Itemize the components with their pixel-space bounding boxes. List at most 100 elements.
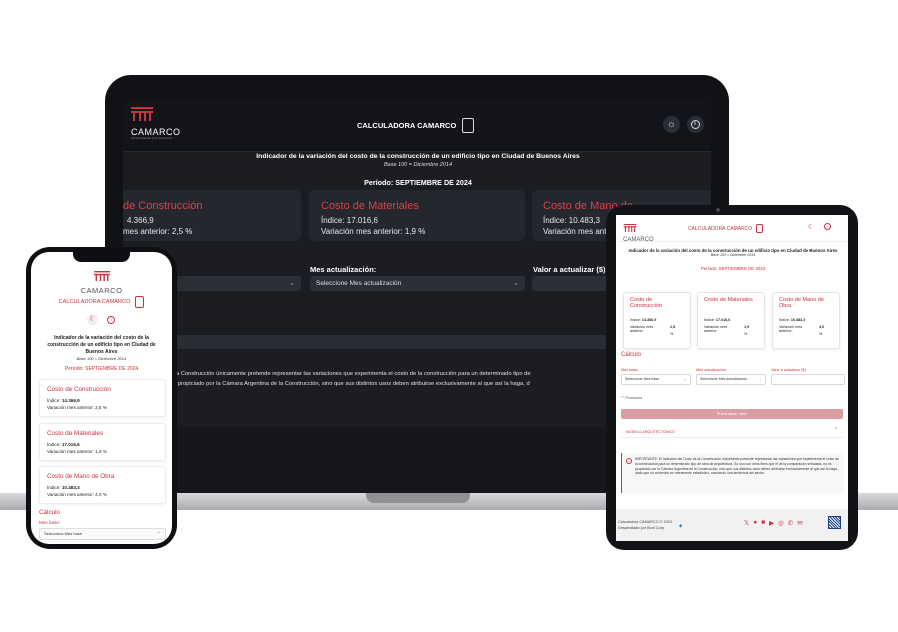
- intro-heading: Indicador de la variación del costo de l…: [256, 153, 580, 160]
- card-title: Costo de Materiales: [321, 200, 419, 212]
- card-indice-text: Índice:: [47, 485, 61, 490]
- tablet-valor-input[interactable]: [771, 374, 845, 385]
- calculator-icon: [756, 224, 764, 233]
- theme-toggle-button[interactable]: ☼: [663, 116, 680, 133]
- footer-copyright: Calculadora CAMARCO © 2024: [618, 520, 673, 524]
- phone-card-mano-de-obra: Costo de Mano de Obra Índice: 10.483,3 V…: [39, 466, 166, 504]
- card-variacion: Variación mes anterior: 4,0 %: [47, 492, 107, 497]
- intro-period: Período: SEPTIEMBRE DE 2024: [64, 366, 139, 372]
- info-button[interactable]: i: [687, 116, 704, 133]
- toggle-icon: ◠: [621, 396, 625, 400]
- select-placeholder: Seleccione Mes actualización: [700, 377, 748, 381]
- button-label: Actualizar Valor: [720, 412, 748, 416]
- facebook-icon[interactable]: ●: [753, 519, 757, 527]
- laptop-notch: [366, 493, 470, 503]
- moon-icon[interactable]: ☾: [808, 223, 814, 231]
- sun-icon: ☼: [666, 119, 677, 130]
- social-icons: 𝕏 ● ■ ▶ ◎ ✆ ✉: [744, 519, 803, 527]
- chevron-up-icon: ⌃: [833, 427, 838, 433]
- tablet-calc-title: Cálculo: [621, 352, 642, 358]
- tablet-header: CAMARCO CALCULADORA CAMARCO ☾ i: [616, 215, 848, 243]
- phone-card-materiales: Costo de Materiales Índice: 17.016,6 Var…: [39, 423, 166, 461]
- camarco-logo-mark: [131, 107, 153, 121]
- intro-heading: Indicador de la variación del costo de l…: [47, 335, 156, 355]
- card-indice-text: Índice:: [630, 318, 641, 322]
- card-indice-text: Índice:: [47, 398, 61, 403]
- card-title: Costo de Construcción: [47, 386, 111, 393]
- laptop-header: CAMARCO Cámara Argentina de la Construcc…: [123, 99, 711, 152]
- logo-wordmark: CAMARCO: [131, 127, 181, 137]
- mail-icon[interactable]: ✉: [797, 519, 802, 527]
- card-var-value: 2,5: [670, 325, 676, 329]
- laptop-card-construccion: de Construcción 4.366,9 mes anterior: 2,…: [123, 190, 301, 241]
- card-var-unit: %: [819, 332, 823, 336]
- laptop-valor-label: Valor a actualizar ($):: [533, 265, 609, 274]
- card-var-label: Variación mes anterior:: [704, 325, 728, 333]
- tablet-mes-base-select[interactable]: Seleccione Mes base ⌄: [621, 374, 691, 385]
- app-title-text: CALCULADORA CAMARCO: [688, 225, 753, 232]
- info-icon: i: [626, 458, 632, 464]
- card-indice-text: Índice:: [704, 318, 715, 322]
- phone-theme-toggle[interactable]: ☾: [87, 314, 98, 325]
- select-placeholder: Seleccione Mes base: [625, 377, 660, 381]
- moon-icon: ☾: [89, 316, 96, 323]
- phone-screen: CAMARCO CALCULADORA CAMARCO ☾ i Indicado…: [31, 252, 172, 544]
- phone-intro: Indicador de la variación del costo de l…: [43, 335, 160, 372]
- qr-icon: [828, 516, 841, 529]
- logo-tagline: Cámara Argentina de la Construcción: [131, 137, 173, 140]
- intro-base: Base 100 = Diciembre 2014: [76, 356, 127, 361]
- card-variacion: Variación mes anterior: 1,9 %: [47, 449, 107, 454]
- info-icon[interactable]: i: [107, 316, 115, 324]
- linkedin-icon[interactable]: ■: [761, 519, 765, 527]
- card-indice-text: Índice:: [47, 442, 61, 447]
- intro-base: Base 100 = Diciembre 2014: [383, 162, 453, 168]
- card-variacion: Variación mes anterior: 1,9 %: [321, 227, 426, 236]
- tablet-valor-label: Valor a actualizar ($):: [771, 368, 807, 372]
- tablet-actualizar-button[interactable]: ⟳ Actualizar Valor: [621, 409, 843, 419]
- notice-text: IMPORTANTE: El Indicador del Costo de la…: [635, 457, 839, 476]
- info-icon: i: [690, 119, 700, 129]
- chevron-down-icon: ⌄: [156, 529, 161, 535]
- phone-icon[interactable]: ✆: [788, 519, 793, 527]
- card-indice-value: 14.366,9: [61, 398, 80, 403]
- card-var-unit: %: [670, 332, 674, 336]
- card-indice-text: Índice:: [779, 318, 790, 322]
- refresh-icon: ⟳: [716, 412, 720, 416]
- card-indice-label: Índice: 10.483,3: [47, 485, 80, 490]
- phone-mes-base-select[interactable]: Seleccione Mes base ⌄: [39, 528, 166, 540]
- tablet-mes-act-select[interactable]: Seleccione Mes actualización ⌄: [696, 374, 766, 385]
- laptop-mes-act-select[interactable]: Seleccione Mes actualización ⌄: [310, 276, 525, 291]
- youtube-icon[interactable]: ▶: [769, 519, 774, 527]
- info-icon[interactable]: i: [824, 223, 831, 230]
- card-indice-value: 10.483,3: [61, 485, 80, 490]
- tablet-intro: Indicador de la variación del costo de l…: [622, 248, 844, 271]
- phone-mes-base-label: Mes base:: [39, 520, 61, 525]
- card-var-unit: %: [744, 332, 748, 336]
- card-variacion: mes anterior: 2,5 %: [123, 227, 193, 236]
- camarco-logo: CAMARCO: [31, 268, 172, 295]
- card-var-label: Variación mes anterior:: [630, 325, 654, 333]
- card-indice-label: Índice: 14.366,9: [630, 318, 656, 322]
- camarco-logo-mark: [623, 224, 637, 232]
- laptop-mes-act-label: Mes actualización:: [310, 265, 377, 274]
- twitter-icon[interactable]: 𝕏: [744, 519, 749, 527]
- laptop-intro: Indicador de la variación del costo de l…: [223, 153, 613, 187]
- tablet-notice: i IMPORTANTE: El Indicador del Costo de …: [621, 453, 844, 493]
- camarco-logo: CAMARCO: [623, 219, 654, 243]
- card-var-label: Variación mes anterior:: [779, 325, 803, 333]
- tablet-provisoria-toggle[interactable]: ◠ Provisoria: [621, 395, 642, 400]
- footer-developed: Desarrollado por Bool Corp: [618, 526, 665, 530]
- card-var-value: 4,0: [819, 325, 825, 329]
- select-placeholder: Seleccione Mes base: [44, 531, 83, 536]
- tablet-model-accordion[interactable]: MODELO ARQUITECTÓNICO ⌃: [621, 427, 843, 438]
- instagram-icon[interactable]: ◎: [778, 519, 784, 527]
- card-indice-value: 17.016,6: [715, 318, 731, 322]
- card-indice: Índice: 10.483,3: [543, 216, 600, 225]
- chevron-down-icon: ⌄: [513, 280, 519, 287]
- laptop-app-title: CALCULADORA CAMARCO: [357, 118, 475, 133]
- calculator-icon: [462, 118, 475, 133]
- tablet-app-title: CALCULADORA CAMARCO: [688, 224, 764, 233]
- intro-base: Base 100 = Diciembre 2014: [710, 253, 756, 257]
- tablet-camera: [716, 208, 720, 212]
- card-indice-value: 14.366,9: [641, 318, 657, 322]
